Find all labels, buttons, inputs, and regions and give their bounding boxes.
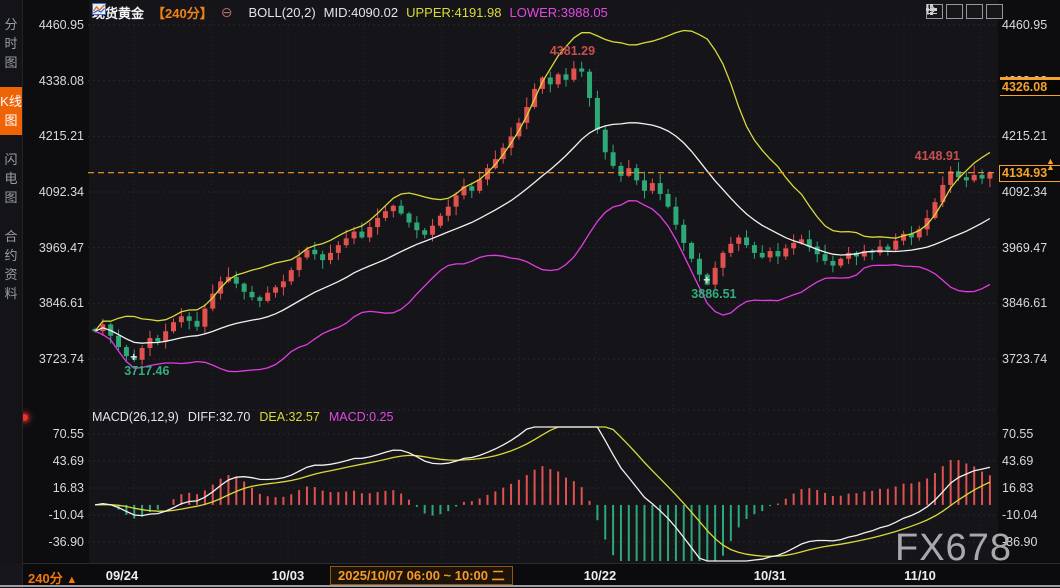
upper-price-tag: 4326.08 — [1000, 77, 1060, 96]
price-axis-label-right: 3723.74 — [1002, 351, 1059, 367]
date-label: 10/31 — [739, 568, 801, 583]
date-label: 10/03 — [257, 568, 319, 583]
macd-diff-value: DIFF:32.70 — [188, 410, 251, 424]
date-label: 09/24 — [91, 568, 153, 583]
price-axis-label-right: 4092.34 — [1002, 184, 1059, 200]
sidebar-tab-2[interactable]: K线图 — [0, 87, 22, 135]
macd-axis-label-left: 16.83 — [20, 480, 84, 496]
boll-mid-value: MID:4090.02 — [324, 5, 398, 20]
low-point-marker-icon: + — [703, 273, 710, 287]
price-axis-label-left: 3723.74 — [20, 351, 84, 367]
remove-indicator-icon[interactable]: ⊖ — [221, 6, 233, 19]
macd-axis-label-right: -10.04 — [1002, 507, 1059, 523]
price-arrow-marker: ▲▲ — [1046, 158, 1055, 170]
shift-right-icon[interactable] — [986, 4, 1003, 19]
price-annotation: 4148.91 — [915, 149, 960, 163]
kline-chart-window: 分时图 K线图闪电图合约资料 现货黄金 【240分】 ⊖ BOLL(20,2) M… — [0, 0, 1060, 588]
watermark-logo: FX678 — [895, 527, 1012, 570]
sidebar-tab-3[interactable]: 闪电图 — [0, 145, 22, 212]
period-badge: 【240分】 — [152, 3, 213, 22]
price-axis-label-left: 4092.34 — [20, 184, 84, 200]
low-point-marker-icon: + — [130, 350, 137, 364]
macd-axis-label-left: -10.04 — [20, 507, 84, 523]
date-label: 11/10 — [889, 568, 951, 583]
selected-bar-time-range: 2025/10/07 06:00 ~ 10:00 二 — [330, 566, 513, 585]
macd-axis-label-right: 16.83 — [1002, 480, 1059, 496]
boll-lower-value: LOWER:3988.05 — [510, 5, 608, 20]
price-annotation: 3886.51 — [691, 287, 736, 301]
bottom-divider — [0, 585, 1060, 587]
sidebar-tab-1[interactable]: 分时图 — [0, 10, 22, 77]
price-annotation: 4381.29 — [550, 44, 595, 58]
chart-type-sidebar: 分时图 K线图闪电图合约资料 — [0, 0, 23, 563]
macd-axis-label-left: 43.69 — [20, 453, 84, 469]
macd-axis-label-left: 70.55 — [20, 426, 84, 442]
price-axis-label-right: 4215.21 — [1002, 128, 1059, 144]
macd-legend: MACD(26,12,9) DIFF:32.70 DEA:32.57 MACD:… — [92, 410, 393, 424]
scale-y-axis-icon[interactable] — [946, 4, 963, 19]
price-legend: 现货黄金 【240分】 ⊖ BOLL(20,2) MID:4090.02 UPP… — [92, 3, 608, 22]
price-axis-label-right: 3846.61 — [1002, 295, 1059, 311]
chart-toolbar — [926, 4, 1003, 19]
price-axis-label-left: 4338.08 — [20, 73, 84, 89]
price-axis-label-left: 4215.21 — [20, 128, 84, 144]
boll-indicator-label: BOLL(20,2) — [248, 5, 315, 20]
macd-dea-value: DEA:32.57 — [259, 410, 319, 424]
date-label: 10/22 — [569, 568, 631, 583]
macd-axis-label-left: -36.90 — [20, 534, 84, 550]
candlestick-macd-chart — [0, 0, 1060, 588]
price-axis-label-left: 3846.61 — [20, 295, 84, 311]
macd-macd-value: MACD:0.25 — [329, 410, 394, 424]
price-axis-label-right: 3969.47 — [1002, 240, 1059, 256]
macd-axis-label-right: 43.69 — [1002, 453, 1059, 469]
price-axis-label-right: 4460.95 — [1002, 17, 1059, 33]
boll-upper-value: UPPER:4191.98 — [406, 5, 501, 20]
scale-x-axis-icon[interactable] — [966, 4, 983, 19]
price-axis-label-left: 3969.47 — [20, 240, 84, 256]
sidebar-tab-4[interactable]: 合约资料 — [0, 222, 22, 308]
macd-indicator-label: MACD(26,12,9) — [92, 410, 179, 424]
price-axis-label-left: 4460.95 — [20, 17, 84, 33]
macd-axis-label-right: 70.55 — [1002, 426, 1059, 442]
price-annotation: 3717.46 — [124, 364, 169, 378]
